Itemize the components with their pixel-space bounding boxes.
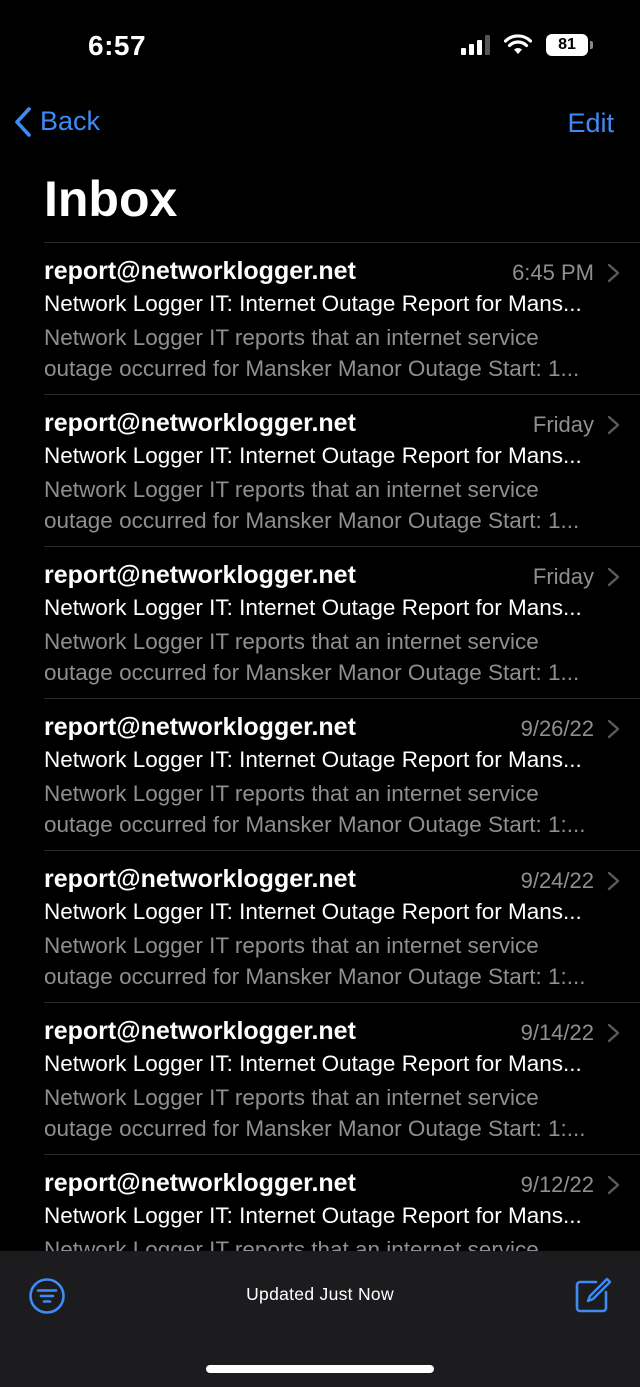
preview: Network Logger IT reports that an intern… — [44, 474, 610, 536]
preview-line-1: Network Logger IT reports that an intern… — [44, 629, 539, 654]
status-time: 6:57 — [88, 30, 147, 61]
sender: report@networklogger.net — [44, 713, 356, 741]
preview-line-1: Network Logger IT reports that an intern… — [44, 781, 539, 806]
preview: Network Logger IT reports that an intern… — [44, 778, 610, 840]
preview-line-2: outage occurred for Mansker Manor Outage… — [44, 356, 580, 381]
preview-line-2: outage occurred for Mansker Manor Outage… — [44, 964, 586, 989]
chevron-right-icon — [607, 567, 620, 587]
sender: report@networklogger.net — [44, 865, 356, 893]
compose-icon[interactable] — [574, 1276, 612, 1314]
message-row[interactable]: report@networklogger.net Friday Network … — [44, 394, 640, 546]
preview-line-1: Network Logger IT reports that an intern… — [44, 1085, 539, 1110]
date: 9/26/22 — [520, 716, 594, 741]
date: 9/24/22 — [520, 868, 594, 893]
chevron-right-icon — [607, 1023, 620, 1043]
message-list: report@networklogger.net 6:45 PM Network… — [0, 242, 640, 1306]
subject: Network Logger IT: Internet Outage Repor… — [44, 1051, 582, 1076]
chevron-right-icon — [607, 1175, 620, 1195]
subject: Network Logger IT: Internet Outage Repor… — [44, 899, 582, 924]
preview: Network Logger IT reports that an intern… — [44, 930, 610, 992]
preview: Network Logger IT reports that an intern… — [44, 322, 610, 384]
subject: Network Logger IT: Internet Outage Repor… — [44, 747, 582, 772]
cellular-signal-icon — [461, 35, 490, 55]
date: 6:45 PM — [512, 260, 594, 285]
preview-line-2: outage occurred for Mansker Manor Outage… — [44, 812, 586, 837]
sender: report@networklogger.net — [44, 409, 356, 437]
home-indicator[interactable] — [206, 1365, 434, 1373]
page-title: Inbox — [44, 171, 178, 227]
back-label: Back — [40, 106, 101, 136]
back-button[interactable]: Back — [14, 106, 100, 137]
chevron-right-icon — [607, 871, 620, 891]
message-row[interactable]: report@networklogger.net 6:45 PM Network… — [44, 242, 640, 394]
battery-level: 81 — [558, 36, 576, 53]
update-status: Updated Just Now — [246, 1284, 394, 1304]
date: Friday — [532, 564, 594, 589]
preview: Network Logger IT reports that an intern… — [44, 1082, 610, 1144]
subject: Network Logger IT: Internet Outage Repor… — [44, 443, 582, 468]
preview-line-1: Network Logger IT reports that an intern… — [44, 933, 539, 958]
date: 9/12/22 — [520, 1172, 594, 1197]
subject: Network Logger IT: Internet Outage Repor… — [44, 291, 582, 316]
message-row[interactable]: report@networklogger.net 9/14/22 Network… — [44, 1002, 640, 1154]
date: Friday — [532, 412, 594, 437]
chevron-right-icon — [607, 719, 620, 739]
date: 9/14/22 — [520, 1020, 594, 1045]
preview-line-1: Network Logger IT reports that an intern… — [44, 477, 539, 502]
sender: report@networklogger.net — [44, 1017, 356, 1045]
preview-line-2: outage occurred for Mansker Manor Outage… — [44, 1116, 586, 1141]
chevron-left-icon — [15, 106, 31, 137]
wifi-icon — [504, 34, 532, 54]
message-row[interactable]: report@networklogger.net 9/26/22 Network… — [44, 698, 640, 850]
preview-line-2: outage occurred for Mansker Manor Outage… — [44, 660, 580, 685]
preview-line-2: outage occurred for Mansker Manor Outage… — [44, 508, 580, 533]
sender: report@networklogger.net — [44, 561, 356, 589]
chevron-right-icon — [607, 415, 620, 435]
preview: Network Logger IT reports that an intern… — [44, 626, 610, 688]
subject: Network Logger IT: Internet Outage Repor… — [44, 1203, 582, 1228]
message-row[interactable]: report@networklogger.net Friday Network … — [44, 546, 640, 698]
edit-button[interactable]: Edit — [567, 108, 614, 139]
sender: report@networklogger.net — [44, 257, 356, 285]
sender: report@networklogger.net — [44, 1169, 356, 1197]
battery-icon: 81 — [546, 34, 593, 56]
message-row[interactable]: report@networklogger.net 9/24/22 Network… — [44, 850, 640, 1002]
preview-line-1: Network Logger IT reports that an intern… — [44, 325, 539, 350]
subject: Network Logger IT: Internet Outage Repor… — [44, 595, 582, 620]
chevron-right-icon — [607, 263, 620, 283]
status-icons: 81 — [461, 34, 593, 56]
